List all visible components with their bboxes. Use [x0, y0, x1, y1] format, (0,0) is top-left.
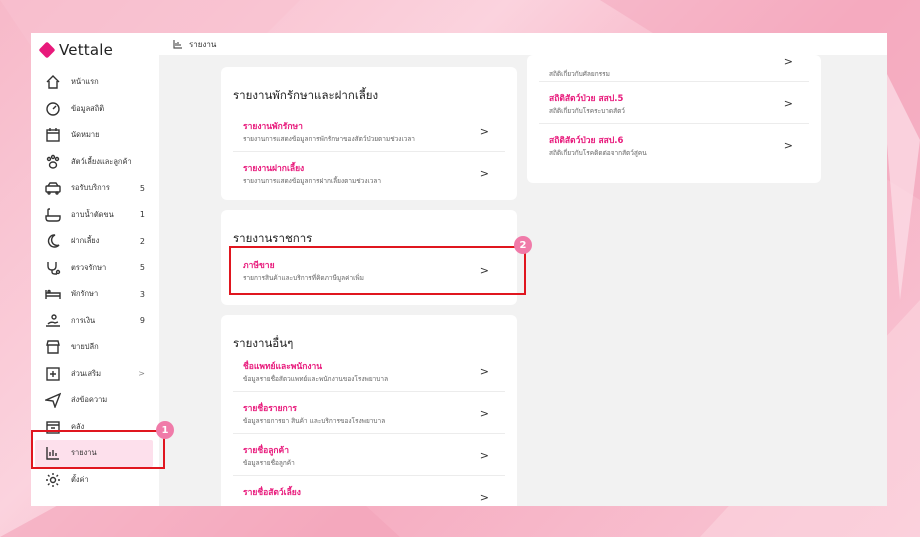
- report-row-desc: สถิติเกี่ยวกับศัลยกรรม: [549, 70, 610, 78]
- sidebar-item-stats[interactable]: ข้อมูลสถิติ: [31, 96, 159, 123]
- sidebar-item-label: นัดหมาย: [71, 130, 100, 140]
- report-row-title: รายงานพักรักษา: [243, 122, 303, 132]
- sidebar-item-label: สัตว์เลี้ยงและลูกค้า: [71, 156, 132, 166]
- report-row-desc: สถิติเกี่ยวกับโรคติดต่อจากสัตว์สู่คน: [549, 149, 647, 157]
- bed-icon: [45, 286, 61, 302]
- breadcrumb: รายงาน: [159, 33, 887, 56]
- report-row-desc: รายงานการแสดงข้อมูลการพักรักษาของสัตว์ป่…: [243, 135, 415, 143]
- sidebar-item-retail[interactable]: ขายปลีก: [31, 334, 159, 361]
- report-row[interactable]: รายงานฝากเลี้ยง รายงานการแสดงข้อมูลการฝา…: [233, 155, 505, 193]
- sidebar-item-boarding[interactable]: ฝากเลี้ยง 2: [31, 228, 159, 255]
- report-row-title: รายชื่อลูกค้า: [243, 446, 290, 456]
- report-row-title: รายชื่อสัตว์เลี้ยง: [243, 488, 301, 498]
- sidebar-item-appointments[interactable]: นัดหมาย: [31, 122, 159, 149]
- report-icon: [173, 40, 182, 49]
- chevron-right-icon: >: [783, 55, 793, 68]
- report-row-title: สถิติสัตว์ป่วย สสป.6: [549, 136, 624, 146]
- report-row[interactable]: ชื่อแพทย์และพนักงาน ข้อมูลรายชื่อสัตวแพท…: [233, 353, 505, 392]
- chevron-right-icon: >: [479, 365, 489, 378]
- chevron-right-icon: >: [479, 449, 489, 462]
- sidebar-item-label: ฝากเลี้ยง: [71, 236, 100, 246]
- gear-icon: [45, 472, 61, 488]
- sidebar-item-hospitalization[interactable]: พักรักษา 3: [31, 281, 159, 308]
- sidebar-item-count: 1: [139, 210, 145, 220]
- report-row-desc: ข้อมูลรายการยา สินค้า และบริการของโรงพยา…: [243, 417, 386, 425]
- sidebar-item-count: 5: [139, 183, 145, 193]
- step-badge-1: 1: [156, 421, 174, 439]
- report-row[interactable]: รายชื่อรายการ ข้อมูลรายการยา สินค้า และบ…: [233, 395, 505, 434]
- chevron-right-icon: >: [479, 491, 489, 504]
- breadcrumb-label: รายงาน: [189, 39, 217, 49]
- sidebar-item-label: ตรวจรักษา: [71, 262, 107, 272]
- report-card-hospital-boarding: รายงานพักรักษาและฝากเลี้ยง รายงานพักรักษ…: [221, 67, 517, 200]
- highlight-box-reports: [31, 430, 165, 469]
- shop-icon: [45, 339, 61, 355]
- sidebar-item-label: รอรับบริการ: [71, 183, 110, 193]
- chevron-right-icon: >: [479, 407, 489, 420]
- chevron-right-icon: >: [479, 125, 489, 138]
- sidebar-item-label: การเงิน: [71, 315, 96, 325]
- sidebar-item-label: ส่วนเสริม: [71, 368, 102, 378]
- logo-text: Vettale: [59, 41, 114, 59]
- bath-icon: [45, 207, 61, 223]
- paw-icon: [45, 154, 61, 170]
- logo-mark-icon: [38, 41, 56, 59]
- sidebar-item-label: หน้าแรก: [71, 77, 99, 87]
- money-icon: [45, 313, 61, 329]
- sidebar-item-count: 3: [139, 289, 145, 299]
- report-row-desc: สถิติเกี่ยวกับโรคระบาดสัตว์: [549, 107, 625, 115]
- chevron-right-icon: >: [138, 369, 145, 379]
- sidebar-item-settings[interactable]: ตั้งค่า: [31, 467, 159, 494]
- report-row-title: รายงานฝากเลี้ยง: [243, 164, 305, 174]
- card-title: รายงานอื่นๆ: [233, 336, 294, 350]
- sidebar-item-finance[interactable]: การเงิน 9: [31, 308, 159, 335]
- sidebar-item-label: ตั้งค่า: [71, 474, 89, 484]
- sidebar-item-label: ส่งข้อความ: [71, 395, 108, 405]
- sidebar-item-count: 2: [139, 236, 145, 246]
- report-row[interactable]: สถิติเกี่ยวกับศัลยกรรม >: [539, 55, 809, 82]
- sidebar-item-label: ขายปลีก: [71, 342, 99, 352]
- sidebar-item-messages[interactable]: ส่งข้อความ: [31, 387, 159, 414]
- plus-box-icon: [45, 366, 61, 382]
- stats-icon: [45, 101, 61, 117]
- moon-icon: [45, 233, 61, 249]
- sidebar-item-grooming[interactable]: อาบน้ำตัดขน 1: [31, 202, 159, 229]
- home-icon: [45, 74, 61, 90]
- highlight-box-sales-tax: [229, 246, 526, 295]
- report-row-desc: ข้อมูลรายชื่อลูกค้า: [243, 459, 295, 467]
- report-row-title: รายชื่อรายการ: [243, 404, 297, 414]
- logo[interactable]: Vettale: [38, 41, 114, 59]
- send-icon: [45, 392, 61, 409]
- report-card-other: รายงานอื่นๆ ชื่อแพทย์และพนักงาน ข้อมูลรา…: [221, 315, 517, 506]
- sidebar-item-label: ข้อมูลสถิติ: [71, 103, 105, 113]
- report-row[interactable]: รายงานพักรักษา รายงานการแสดงข้อมูลการพัก…: [233, 113, 505, 152]
- report-card-statistics: สถิติเกี่ยวกับศัลยกรรม > สถิติสัตว์ป่วย …: [527, 55, 821, 183]
- sidebar-item-label: อาบน้ำตัดขน: [71, 209, 114, 219]
- report-row[interactable]: สถิติสัตว์ป่วย สสป.5 สถิติเกี่ยวกับโรคระ…: [539, 85, 809, 124]
- sidebar-item-waiting[interactable]: รอรับบริการ 5: [31, 175, 159, 202]
- stethoscope-icon: [45, 260, 61, 276]
- sidebar-item-home[interactable]: หน้าแรก: [31, 69, 159, 96]
- report-row[interactable]: รายชื่อลูกค้า ข้อมูลรายชื่อลูกค้า >: [233, 437, 505, 476]
- report-row-title: สถิติสัตว์ป่วย สสป.5: [549, 94, 624, 104]
- report-row-desc: รายงานการแสดงข้อมูลการฝากเลี้ยงตามช่วงเว…: [243, 177, 382, 185]
- sidebar-item-addons[interactable]: ส่วนเสริม >: [31, 361, 159, 388]
- chevron-right-icon: >: [783, 97, 793, 110]
- sidebar-item-label: พักรักษา: [71, 289, 99, 299]
- report-row[interactable]: รายชื่อสัตว์เลี้ยง >: [233, 479, 505, 506]
- calendar-icon: [45, 127, 61, 143]
- step-badge-2: 2: [514, 236, 532, 254]
- chevron-right-icon: >: [783, 139, 793, 152]
- report-row[interactable]: สถิติสัตว์ป่วย สสป.6 สถิติเกี่ยวกับโรคติ…: [539, 127, 809, 165]
- sidebar-item-pets-customers[interactable]: สัตว์เลี้ยงและลูกค้า: [31, 149, 159, 176]
- report-row-title: ชื่อแพทย์และพนักงาน: [243, 362, 323, 372]
- card-title: รายงานพักรักษาและฝากเลี้ยง: [233, 88, 379, 102]
- car-icon: [45, 180, 61, 196]
- sidebar-item-examination[interactable]: ตรวจรักษา 5: [31, 255, 159, 282]
- report-row-desc: ข้อมูลรายชื่อสัตวแพทย์และพนักงานของโรงพย…: [243, 375, 389, 383]
- chevron-right-icon: >: [479, 167, 489, 180]
- sidebar-item-count: 9: [139, 316, 145, 326]
- sidebar-item-count: 5: [139, 263, 145, 273]
